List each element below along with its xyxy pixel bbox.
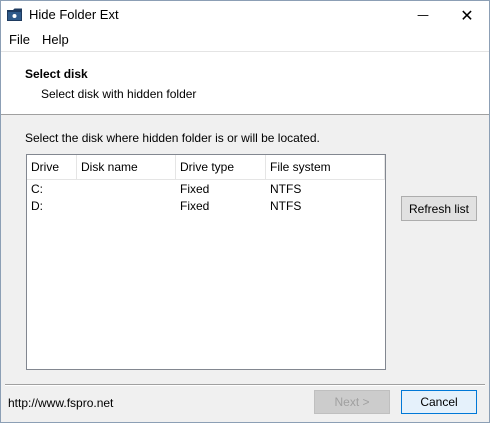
refresh-list-button[interactable]: Refresh list bbox=[401, 196, 477, 221]
close-button[interactable]: ✕ bbox=[445, 1, 489, 29]
list-header: Drive Disk name Drive type File system bbox=[27, 155, 385, 180]
cell-drive-type: Fixed bbox=[180, 199, 210, 213]
header-subtitle: Select disk with hidden folder bbox=[41, 87, 197, 101]
column-file-system[interactable]: File system bbox=[266, 155, 385, 179]
cell-file-system: NTFS bbox=[270, 182, 302, 196]
title-bar: Hide Folder Ext — ✕ bbox=[1, 1, 489, 29]
minimize-icon: — bbox=[417, 8, 429, 22]
window-title: Hide Folder Ext bbox=[29, 7, 119, 22]
menu-bar: File Help bbox=[1, 29, 489, 52]
column-drive-type[interactable]: Drive type bbox=[176, 155, 266, 179]
next-button[interactable]: Next > bbox=[314, 390, 390, 414]
instruction-text: Select the disk where hidden folder is o… bbox=[25, 131, 320, 145]
table-row[interactable]: C: Fixed NTFS bbox=[27, 181, 385, 198]
minimize-button[interactable]: — bbox=[401, 1, 445, 29]
header-title: Select disk bbox=[25, 67, 88, 81]
website-link[interactable]: http://www.fspro.net bbox=[8, 396, 113, 410]
menu-file[interactable]: File bbox=[9, 32, 30, 47]
folder-icon bbox=[7, 8, 23, 22]
close-icon: ✕ bbox=[460, 5, 474, 25]
cell-drive: C: bbox=[31, 182, 43, 196]
menu-help[interactable]: Help bbox=[42, 32, 69, 47]
cell-file-system: NTFS bbox=[270, 199, 302, 213]
column-drive[interactable]: Drive bbox=[27, 155, 77, 179]
wizard-header: Select disk Select disk with hidden fold… bbox=[1, 52, 489, 115]
footer-divider bbox=[5, 384, 485, 386]
app-window: Hide Folder Ext — ✕ File Help Select dis… bbox=[0, 0, 490, 423]
table-row[interactable]: D: Fixed NTFS bbox=[27, 198, 385, 215]
cancel-button[interactable]: Cancel bbox=[401, 390, 477, 414]
disk-list[interactable]: Drive Disk name Drive type File system C… bbox=[26, 154, 386, 370]
column-disk-name[interactable]: Disk name bbox=[77, 155, 176, 179]
cell-drive: D: bbox=[31, 199, 43, 213]
cell-drive-type: Fixed bbox=[180, 182, 210, 196]
